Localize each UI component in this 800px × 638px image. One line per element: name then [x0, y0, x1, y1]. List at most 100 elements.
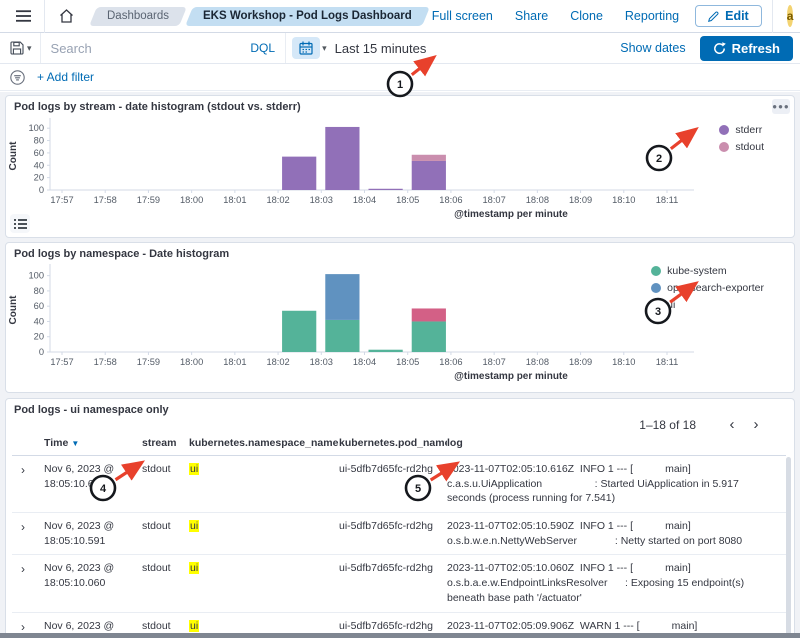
saved-query-menu-button[interactable]: ▾	[0, 33, 41, 63]
pagination: 1–18 of 18 ‹ ›	[639, 418, 768, 432]
legend-item-stdout[interactable]: stdout	[719, 141, 764, 153]
legend-label: ui	[667, 299, 675, 311]
refresh-button[interactable]: Refresh	[700, 36, 793, 61]
edit-button[interactable]: Edit	[695, 5, 762, 27]
svg-text:18:08: 18:08	[526, 357, 549, 367]
top-nav: Dashboards EKS Workshop - Pod Logs Dashbo…	[0, 0, 800, 33]
svg-text:17:59: 17:59	[137, 195, 160, 205]
legend-item-opensearch-exporter[interactable]: opensearch-exporter	[651, 282, 764, 294]
legend-item-ui[interactable]: ui	[651, 299, 764, 311]
svg-text:18:00: 18:00	[180, 357, 203, 367]
header-log[interactable]: log	[447, 430, 786, 456]
breadcrumb-item[interactable]: Dashboards	[93, 7, 183, 26]
bar-segment-stderr-18:03[interactable]	[325, 127, 359, 190]
highlighted-namespace: ui	[189, 562, 199, 574]
legend-toggle-button[interactable]	[10, 214, 30, 233]
svg-text:18:05: 18:05	[396, 357, 419, 367]
cell-pod: ui-5dfb7d65fc-rd2hg	[339, 456, 447, 513]
svg-text:18:05: 18:05	[396, 195, 419, 205]
svg-text:17:57: 17:57	[50, 357, 73, 367]
row-expand-icon[interactable]: ›	[12, 519, 25, 536]
row-expand-icon[interactable]: ›	[12, 561, 25, 578]
bar-segment-stderr-18:02[interactable]	[282, 157, 316, 190]
svg-text:40: 40	[34, 160, 44, 170]
bar-segment-kube-system-18:03[interactable]	[325, 320, 359, 352]
bar-segment-opensearch-exporter-18:03[interactable]	[325, 274, 359, 320]
legend-item-stderr[interactable]: stderr	[719, 124, 764, 136]
table-scrollbar[interactable]	[786, 457, 791, 638]
svg-text:17:57: 17:57	[50, 195, 73, 205]
bar-segment-kube-system-18:02[interactable]	[282, 311, 316, 352]
svg-text:18:08: 18:08	[526, 195, 549, 205]
show-dates-link[interactable]: Show dates	[620, 41, 685, 55]
filter-icon[interactable]	[10, 70, 25, 85]
legend-item-kube-system[interactable]: kube-system	[651, 265, 764, 277]
date-picker-quick-select-button[interactable]	[292, 37, 320, 59]
opensearch-dashboard-app: Dashboards EKS Workshop - Pod Logs Dashbo…	[0, 0, 800, 638]
bar-segment-ui-18:05[interactable]	[412, 308, 446, 321]
svg-text:18:06: 18:06	[439, 357, 462, 367]
nav-link-full-screen[interactable]: Full screen	[432, 9, 493, 23]
svg-text:18:10: 18:10	[612, 357, 635, 367]
home-icon[interactable]	[53, 3, 79, 29]
legend-dot	[651, 266, 661, 276]
menu-hamburger-icon[interactable]	[10, 3, 36, 29]
panel-title: Pod logs - ui namespace only	[6, 399, 794, 416]
highlighted-namespace: ui	[189, 620, 199, 632]
bar-segment-stderr-18:05[interactable]	[412, 161, 446, 190]
header-namespace[interactable]: kubernetes.namespace_name	[189, 430, 339, 456]
cell-time: Nov 6, 2023 @ 18:05:10.060	[44, 555, 142, 612]
log-table: Time▼ stream kubernetes.namespace_name k…	[12, 430, 786, 638]
header-pod[interactable]: kubernetes.pod_name	[339, 430, 447, 456]
cell-stream: stdout	[142, 456, 189, 513]
legend-dot	[719, 125, 729, 135]
table-row: ›Nov 6, 2023 @ 18:05:10.060stdoutuiui-5d…	[12, 555, 786, 612]
pagination-prev-icon[interactable]: ‹	[720, 418, 744, 432]
cell-stream: stdout	[142, 513, 189, 555]
header-stream[interactable]: stream	[142, 430, 189, 456]
log-table-wrap: Time▼ stream kubernetes.namespace_name k…	[6, 430, 794, 638]
avatar-initial: a	[787, 9, 794, 23]
bar-segment-kube-system-18:05[interactable]	[412, 321, 446, 352]
panel-title: Pod logs by stream - date histogram (std…	[6, 96, 794, 113]
table-header-row: Time▼ stream kubernetes.namespace_name k…	[12, 430, 786, 456]
cell-log: 2023-11-07T02:05:10.590Z INFO 1 --- [ ma…	[447, 513, 786, 555]
breadcrumb-item[interactable]: EKS Workshop - Pod Logs Dashboard	[189, 7, 426, 26]
cell-log: 2023-11-07T02:05:10.616Z INFO 1 --- [ ma…	[447, 456, 786, 513]
svg-text:18:03: 18:03	[310, 195, 333, 205]
time-range-label[interactable]: Last 15 minutes	[335, 41, 427, 56]
query-language-label: DQL	[250, 41, 275, 55]
nav-link-clone[interactable]: Clone	[570, 9, 603, 23]
query-language-button[interactable]: DQL	[240, 33, 286, 63]
bar-segment-stdout-18:05[interactable]	[412, 155, 446, 161]
search-input[interactable]	[41, 41, 241, 56]
save-icon	[10, 41, 24, 55]
row-expand-icon[interactable]: ›	[12, 462, 25, 479]
svg-text:18:06: 18:06	[439, 195, 462, 205]
svg-text:18:09: 18:09	[569, 357, 592, 367]
svg-text:80: 80	[34, 136, 44, 146]
header-time[interactable]: Time▼	[44, 430, 142, 456]
nav-links: Full screen Share Clone Reporting	[432, 9, 679, 23]
bar-segment-kube-system-18:04[interactable]	[369, 350, 403, 352]
cell-namespace: ui	[189, 456, 339, 513]
avatar[interactable]: a	[787, 5, 794, 27]
chevron-down-icon: ▾	[27, 43, 32, 54]
pagination-next-icon[interactable]: ›	[744, 418, 768, 432]
panel-options-icon[interactable]: ●●●	[772, 99, 790, 114]
nav-link-reporting[interactable]: Reporting	[625, 9, 679, 23]
svg-text:18:04: 18:04	[353, 357, 376, 367]
chevron-down-icon[interactable]: ▾	[322, 43, 327, 54]
svg-text:60: 60	[34, 301, 44, 311]
legend-label: stderr	[735, 124, 762, 136]
svg-text:20: 20	[34, 173, 44, 183]
nav-link-share[interactable]: Share	[515, 9, 548, 23]
svg-text:18:10: 18:10	[612, 195, 635, 205]
log-message: 2023-11-07T02:05:10.060Z INFO 1 --- [ ma…	[447, 561, 780, 605]
add-filter-link[interactable]: + Add filter	[37, 70, 94, 84]
table-row: ›Nov 6, 2023 @ 18:05:10.591stdoutuiui-5d…	[12, 513, 786, 555]
bottom-edge-bar	[0, 633, 800, 638]
svg-text:Count: Count	[8, 295, 19, 325]
svg-text:17:58: 17:58	[94, 195, 117, 205]
bar-segment-stderr-18:04[interactable]	[369, 189, 403, 190]
